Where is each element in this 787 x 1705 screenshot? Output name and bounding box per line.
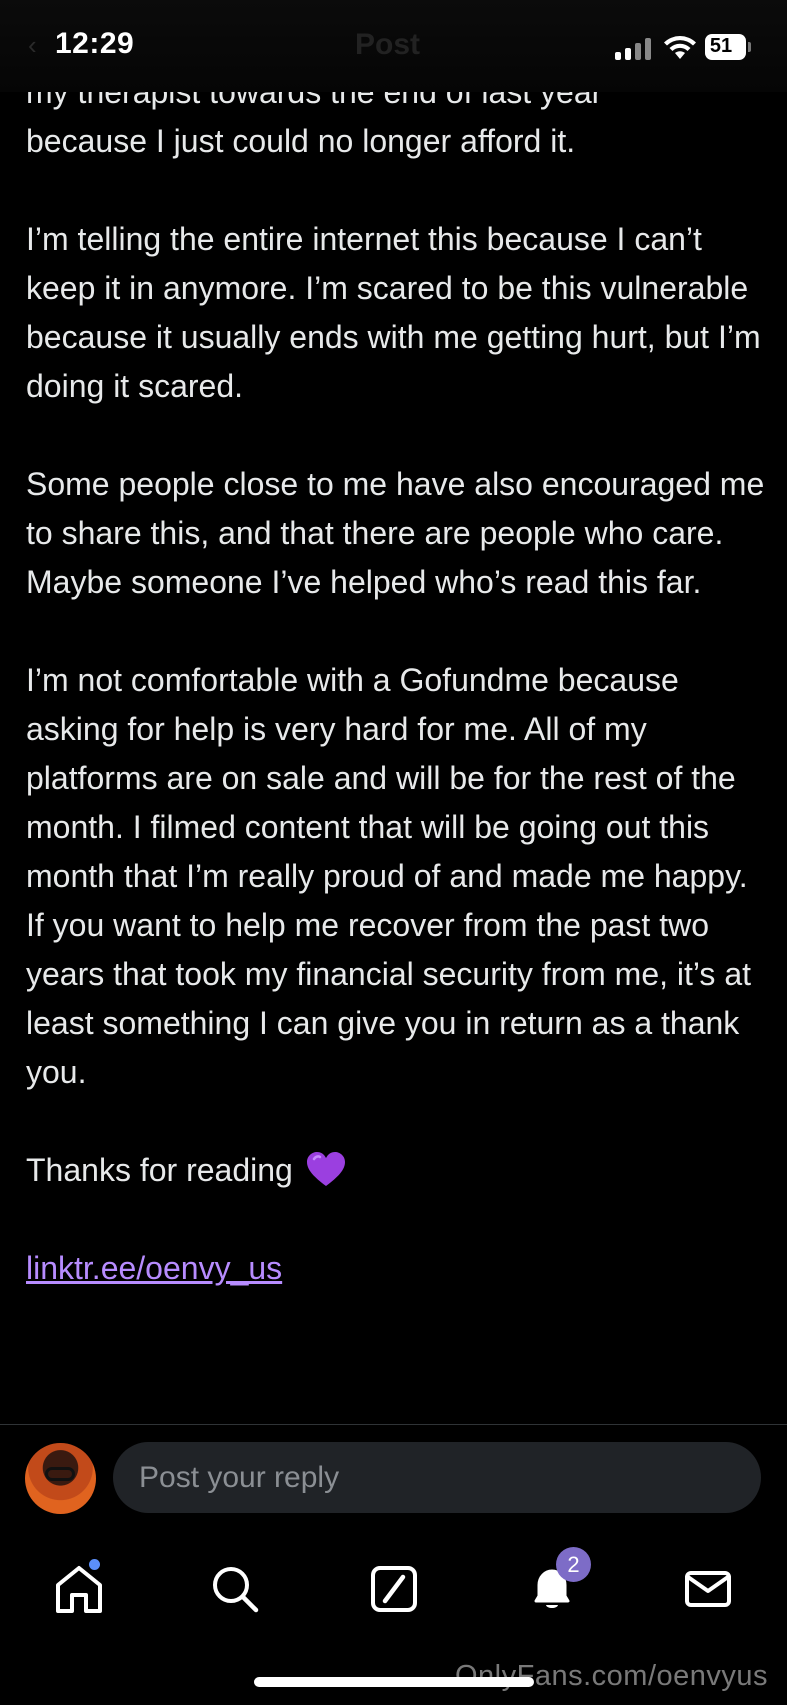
notification-badge: 2: [556, 1547, 591, 1582]
tab-grok[interactable]: [368, 1563, 420, 1615]
status-bar: ‹ Post 12:29 51: [0, 0, 787, 92]
post-thanks-line: Thanks for reading: [26, 1146, 766, 1195]
thanks-text: Thanks for reading: [26, 1152, 293, 1188]
home-unread-dot: [89, 1559, 100, 1570]
post-body: my therapist towards the end of last yea…: [26, 68, 766, 1293]
status-time: 12:29: [55, 27, 135, 60]
battery-icon: 51: [705, 34, 751, 60]
tab-messages[interactable]: [682, 1563, 734, 1615]
reply-input[interactable]: Post your reply: [113, 1442, 761, 1513]
grok-icon: [371, 1566, 417, 1612]
post-link-line: linktr.ee/oenvy_us: [26, 1244, 766, 1293]
tab-search[interactable]: [209, 1563, 261, 1615]
battery-level: 51: [709, 35, 733, 57]
linktree-link[interactable]: linktr.ee/oenvy_us: [26, 1250, 282, 1286]
reply-bar: Post your reply: [0, 1425, 787, 1535]
home-indicator[interactable]: [254, 1677, 534, 1687]
wifi-icon: [663, 34, 697, 60]
post-paragraph: I’m telling the entire internet this bec…: [26, 221, 761, 404]
purple-heart-icon: [306, 1151, 346, 1189]
post-paragraph: I’m not comfortable with a Gofundme beca…: [26, 662, 751, 1090]
cellular-signal-icon: [615, 36, 653, 60]
header-title: Post: [355, 28, 421, 61]
avatar[interactable]: [25, 1443, 96, 1514]
post-paragraph: because I just could no longer afford it…: [26, 123, 576, 159]
search-icon: [213, 1567, 259, 1613]
mail-icon: [685, 1571, 731, 1607]
back-icon[interactable]: ‹: [28, 30, 37, 61]
tab-notifications[interactable]: 2: [526, 1547, 591, 1615]
tab-home[interactable]: [53, 1559, 105, 1615]
post-paragraph: Some people close to me have also encour…: [26, 466, 765, 600]
home-icon: [56, 1566, 102, 1613]
